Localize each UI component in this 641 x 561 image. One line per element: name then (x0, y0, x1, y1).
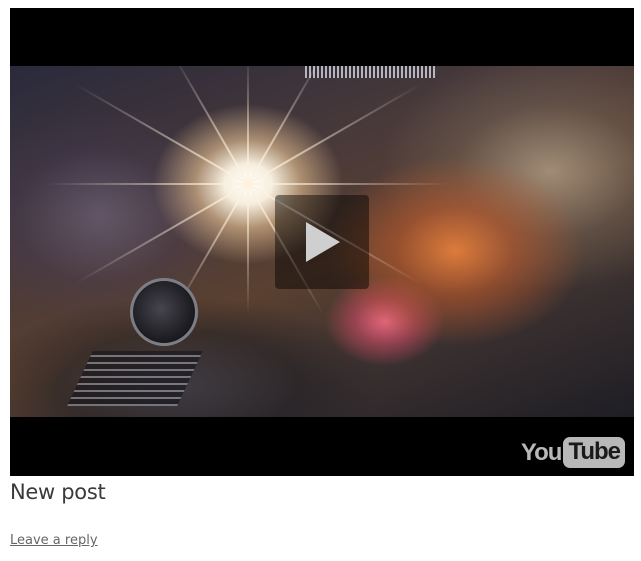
leave-reply-link[interactable]: Leave a reply (10, 532, 98, 550)
play-icon (306, 222, 340, 262)
youtube-video-embed[interactable]: You Tube (10, 8, 634, 476)
cockpit-knob (130, 278, 198, 346)
cockpit-panel-lights (305, 66, 435, 78)
cockpit-switches (67, 351, 203, 406)
play-button[interactable] (275, 195, 369, 289)
youtube-logo[interactable]: You Tube (521, 437, 625, 468)
youtube-logo-tube: Tube (563, 437, 625, 468)
blog-post: You Tube New post Leave a reply (0, 0, 641, 561)
post-title[interactable]: New post (10, 478, 106, 506)
youtube-logo-you: You (520, 438, 563, 466)
